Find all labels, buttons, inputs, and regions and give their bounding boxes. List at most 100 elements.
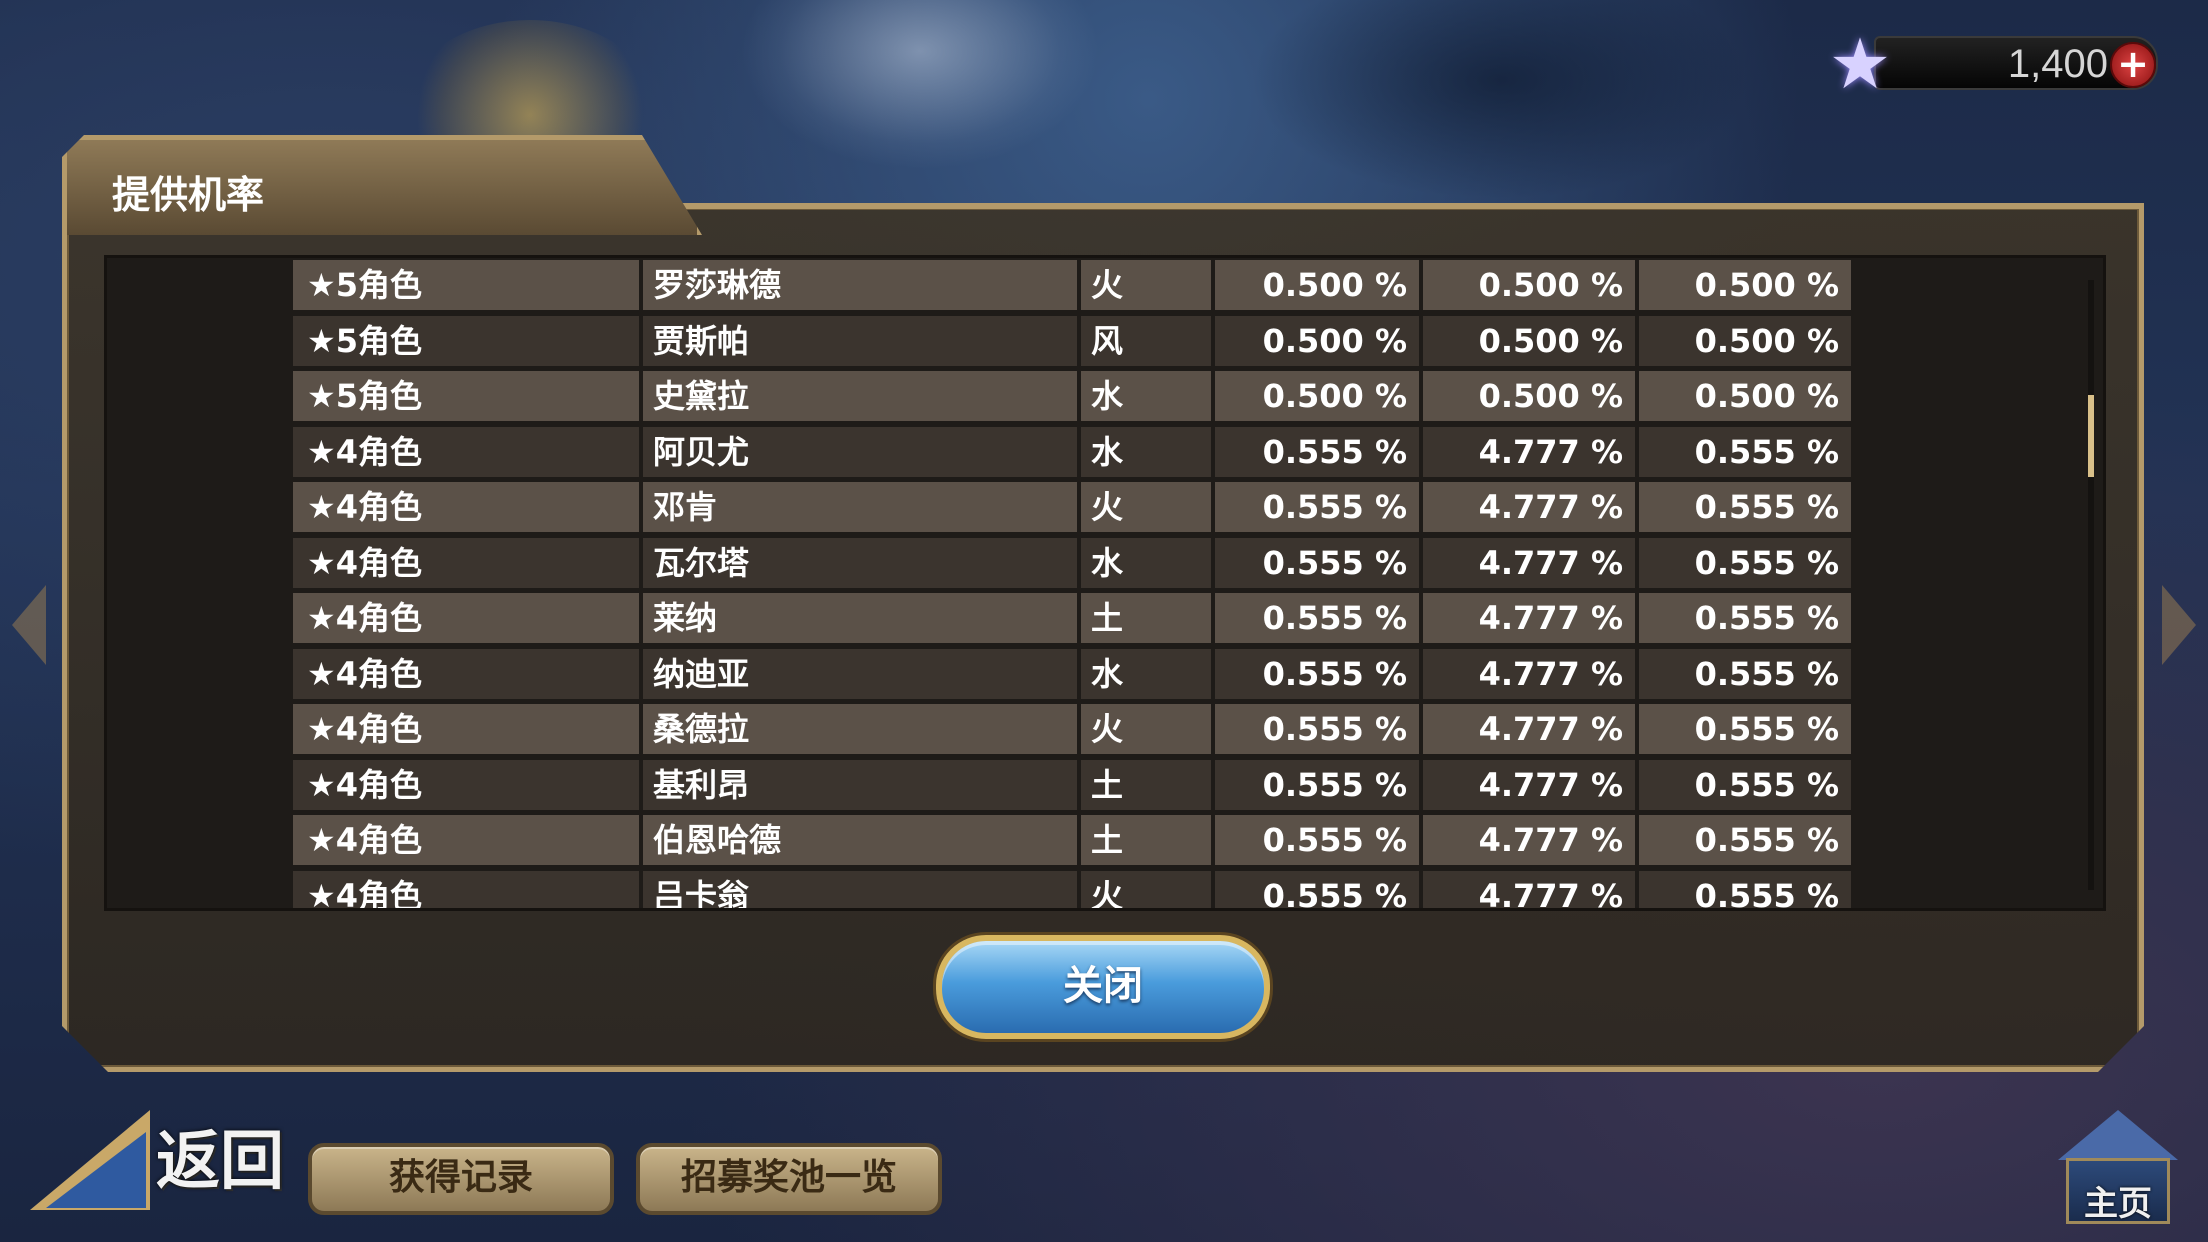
- rate-cell-1: 0.555 %: [1215, 482, 1419, 532]
- rate-cell-1: 0.500 %: [1215, 260, 1419, 310]
- dialog-top-border: [682, 203, 2144, 209]
- element-cell: 火: [1081, 482, 1211, 532]
- rate-cell-3: 0.555 %: [1639, 815, 1851, 865]
- rarity-cell: ★4角色: [293, 870, 639, 908]
- rate-cell-3: 0.555 %: [1639, 759, 1851, 810]
- currency-bar: 1,400 +: [1874, 36, 2158, 90]
- rarity-cell: ★4角色: [293, 537, 639, 588]
- table-row: ★5角色 罗莎琳德火 0.500 % 0.500 % 0.500 %: [293, 260, 1851, 310]
- name-cell: 吕卡翁: [643, 870, 1077, 908]
- rarity-cell: ★4角色: [293, 426, 639, 477]
- rate-cell-1: 0.555 %: [1215, 593, 1419, 643]
- rate-cell-2: 0.500 %: [1423, 260, 1635, 310]
- name-cell: 罗莎琳德: [643, 260, 1077, 310]
- name-cell: 基利昂: [643, 759, 1077, 810]
- table-row: ★4角色 瓦尔塔水 0.555 % 4.777 % 0.555 %: [293, 537, 1851, 588]
- element-cell: 土: [1081, 815, 1211, 865]
- table-row: ★4角色 莱纳土 0.555 % 4.777 % 0.555 %: [293, 593, 1851, 643]
- table-row: ★4角色 基利昂土 0.555 % 4.777 % 0.555 %: [293, 759, 1851, 810]
- name-cell: 贾斯帕: [643, 315, 1077, 366]
- table-row: ★5角色 贾斯帕风 0.500 % 0.500 % 0.500 %: [293, 315, 1851, 366]
- rate-cell-1: 0.500 %: [1215, 315, 1419, 366]
- arrow-right-icon: [2162, 585, 2196, 665]
- element-cell: 火: [1081, 704, 1211, 754]
- rate-cell-3: 0.555 %: [1639, 426, 1851, 477]
- name-cell: 伯恩哈德: [643, 815, 1077, 865]
- element-cell: 火: [1081, 260, 1211, 310]
- name-cell: 史黛拉: [643, 371, 1077, 421]
- back-arrow-inner: [46, 1132, 146, 1208]
- name-cell: 阿贝尤: [643, 426, 1077, 477]
- table-row: ★5角色 史黛拉水 0.500 % 0.500 % 0.500 %: [293, 371, 1851, 421]
- recruit-pool-list-button[interactable]: 招募奖池一览: [636, 1143, 942, 1215]
- rate-cell-2: 4.777 %: [1423, 482, 1635, 532]
- add-currency-button[interactable]: +: [2110, 42, 2156, 88]
- rate-cell-3: 0.500 %: [1639, 315, 1851, 366]
- rate-cell-3: 0.555 %: [1639, 870, 1851, 908]
- element-cell: 水: [1081, 371, 1211, 421]
- name-cell: 纳迪亚: [643, 648, 1077, 699]
- rate-cell-3: 0.555 %: [1639, 648, 1851, 699]
- rate-cell-3: 0.500 %: [1639, 371, 1851, 421]
- currency-value: 1,400: [2007, 42, 2108, 86]
- table-row: ★4角色 伯恩哈德土 0.555 % 4.777 % 0.555 %: [293, 815, 1851, 865]
- name-cell: 莱纳: [643, 593, 1077, 643]
- scrollbar-thumb[interactable]: [2088, 395, 2094, 477]
- rarity-cell: ★5角色: [293, 315, 639, 366]
- acquisition-history-button[interactable]: 获得记录: [308, 1143, 614, 1215]
- rate-cell-1: 0.555 %: [1215, 537, 1419, 588]
- home-icon: [2058, 1110, 2178, 1160]
- table-row: ★4角色 阿贝尤水 0.555 % 4.777 % 0.555 %: [293, 426, 1851, 477]
- rate-cell-2: 0.500 %: [1423, 371, 1635, 421]
- rate-cell-2: 4.777 %: [1423, 704, 1635, 754]
- element-cell: 土: [1081, 759, 1211, 810]
- rarity-cell: ★4角色: [293, 759, 639, 810]
- rarity-cell: ★4角色: [293, 815, 639, 865]
- rate-cell-1: 0.555 %: [1215, 815, 1419, 865]
- table-row: ★4角色 邓肯火 0.555 % 4.777 % 0.555 %: [293, 482, 1851, 532]
- element-cell: 风: [1081, 315, 1211, 366]
- rarity-cell: ★5角色: [293, 260, 639, 310]
- element-cell: 水: [1081, 537, 1211, 588]
- element-cell: 水: [1081, 426, 1211, 477]
- currency-display: 1,400 + ★: [1822, 26, 2182, 102]
- name-cell: 瓦尔塔: [643, 537, 1077, 588]
- home-button[interactable]: 主页: [2058, 1110, 2178, 1228]
- rate-cell-2: 4.777 %: [1423, 870, 1635, 908]
- rarity-cell: ★4角色: [293, 704, 639, 754]
- name-cell: 邓肯: [643, 482, 1077, 532]
- table-row: ★4角色 桑德拉火 0.555 % 4.777 % 0.555 %: [293, 704, 1851, 754]
- dialog-title: 提供机率: [112, 173, 265, 217]
- rate-cell-3: 0.500 %: [1639, 260, 1851, 310]
- back-button[interactable]: 返回: [30, 1110, 290, 1210]
- rate-cell-1: 0.555 %: [1215, 759, 1419, 810]
- arrow-left-icon: [12, 585, 46, 665]
- rate-cell-2: 4.777 %: [1423, 426, 1635, 477]
- rate-cell-1: 0.555 %: [1215, 704, 1419, 754]
- home-label: 主页: [2084, 1184, 2152, 1224]
- name-cell: 桑德拉: [643, 704, 1077, 754]
- rate-list[interactable]: ★5角色 罗莎琳德火 0.500 % 0.500 % 0.500 % ★5角色 贾斯帕风 0.…: [104, 255, 2106, 911]
- rarity-cell: ★5角色: [293, 371, 639, 421]
- rate-cell-3: 0.555 %: [1639, 593, 1851, 643]
- rate-cell-2: 4.777 %: [1423, 815, 1635, 865]
- close-button[interactable]: 关闭: [936, 935, 1270, 1039]
- element-cell: 水: [1081, 648, 1211, 699]
- rate-cell-2: 4.777 %: [1423, 648, 1635, 699]
- rate-cell-1: 0.555 %: [1215, 870, 1419, 908]
- rate-cell-3: 0.555 %: [1639, 537, 1851, 588]
- rate-cell-2: 0.500 %: [1423, 315, 1635, 366]
- rarity-cell: ★4角色: [293, 593, 639, 643]
- star-crystal-icon: ★: [1828, 23, 1892, 105]
- rarity-cell: ★4角色: [293, 482, 639, 532]
- scrollbar-track[interactable]: [2088, 280, 2094, 890]
- rate-cell-2: 4.777 %: [1423, 593, 1635, 643]
- rarity-cell: ★4角色: [293, 648, 639, 699]
- table-row: ★4角色 纳迪亚水 0.555 % 4.777 % 0.555 %: [293, 648, 1851, 699]
- rate-cell-3: 0.555 %: [1639, 704, 1851, 754]
- table-row: ★4角色 吕卡翁火 0.555 % 4.777 % 0.555 %: [293, 870, 1851, 908]
- rate-cell-1: 0.555 %: [1215, 648, 1419, 699]
- rate-cell-2: 4.777 %: [1423, 537, 1635, 588]
- rate-cell-3: 0.555 %: [1639, 482, 1851, 532]
- dialog-title-tab: 提供机率: [62, 135, 702, 235]
